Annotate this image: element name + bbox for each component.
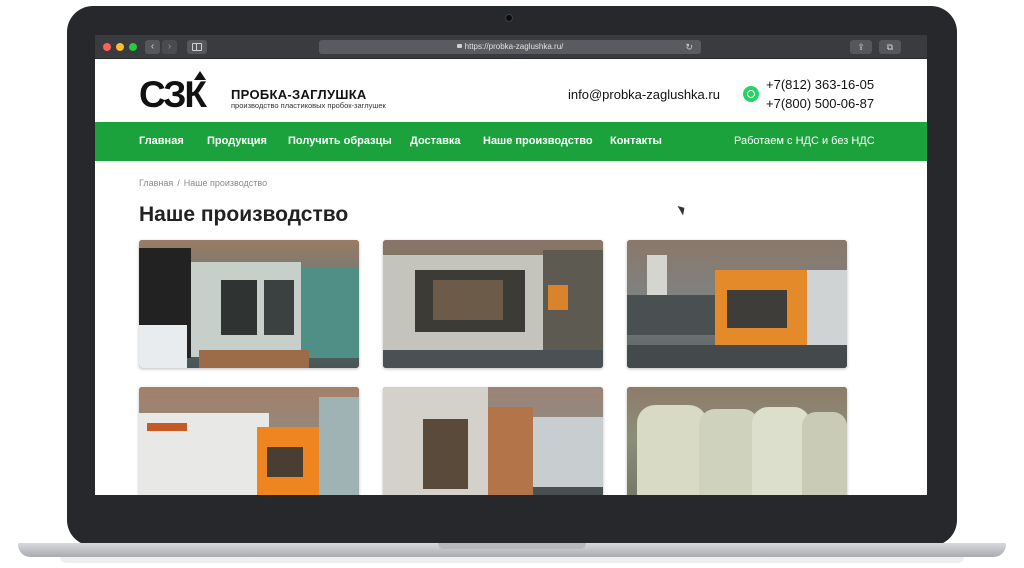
nav-item-products[interactable]: Продукция [207, 135, 267, 147]
vat-note: Работаем с НДС и без НДС [734, 135, 875, 147]
close-window-button[interactable] [103, 43, 111, 51]
camera-icon [505, 14, 513, 22]
breadcrumb: Главная / Наше производство [139, 178, 267, 188]
laptop-notch [438, 543, 586, 549]
brand-tagline: производство пластиковых пробок-заглушек [231, 101, 386, 110]
gallery-photo-3[interactable] [627, 240, 847, 368]
back-button[interactable]: ‹ [145, 40, 160, 54]
breadcrumb-current: Наше производство [183, 178, 268, 188]
gallery-photo-1[interactable] [139, 240, 359, 368]
mouse-cursor-icon [677, 203, 688, 216]
phone-link-1[interactable]: +7(812) 363-16-05 [766, 77, 874, 92]
nav-item-delivery[interactable]: Доставка [410, 135, 461, 147]
nav-item-home[interactable]: Главная [139, 135, 184, 147]
gallery-photo-6[interactable] [627, 387, 847, 495]
breadcrumb-home-link[interactable]: Главная [139, 178, 173, 188]
laptop-shadow [60, 557, 964, 563]
address-bar[interactable]: https://probka-zaglushka.ru/ ↻ [319, 40, 701, 54]
page-title: Наше производство [139, 203, 349, 226]
main-nav: Главная Продукция Получить образцы Доста… [95, 122, 927, 161]
nav-item-production[interactable]: Наше производство [483, 135, 593, 147]
site-header: СЗК ПРОБКА-ЗАГЛУШКА производство пластик… [95, 59, 927, 122]
whatsapp-icon[interactable] [743, 86, 759, 102]
nav-item-samples[interactable]: Получить образцы [288, 135, 392, 147]
gallery-photo-4[interactable] [139, 387, 359, 495]
share-button[interactable]: ⇪ [850, 40, 872, 54]
gallery-photo-5[interactable] [383, 387, 603, 495]
tabs-overview-button[interactable]: ⧉ [879, 40, 901, 54]
sidebar-toggle-button[interactable] [187, 40, 207, 54]
breadcrumb-separator: / [177, 178, 180, 188]
nav-item-contacts[interactable]: Контакты [610, 135, 662, 147]
gallery-photo-2[interactable] [383, 240, 603, 368]
logo[interactable]: СЗК [139, 76, 207, 113]
forward-button[interactable]: › [162, 40, 177, 54]
sidebar-icon [192, 43, 202, 51]
maximize-window-button[interactable] [129, 43, 137, 51]
brand-name: ПРОБКА-ЗАГЛУШКА [231, 87, 367, 102]
reload-icon[interactable]: ↻ [685, 40, 693, 54]
browser-toolbar: ‹ › https://probka-zaglushka.ru/ ↻ ⇪ ⧉ [95, 35, 927, 59]
logo-arrow-icon [194, 71, 206, 80]
header-email-link[interactable]: info@probka-zaglushka.ru [568, 87, 720, 102]
lock-icon [456, 44, 462, 48]
minimize-window-button[interactable] [116, 43, 124, 51]
phone-link-2[interactable]: +7(800) 500-06-87 [766, 96, 874, 111]
address-bar-url: https://probka-zaglushka.ru/ [464, 42, 564, 51]
browser-window: ‹ › https://probka-zaglushka.ru/ ↻ ⇪ ⧉ С… [95, 35, 927, 495]
